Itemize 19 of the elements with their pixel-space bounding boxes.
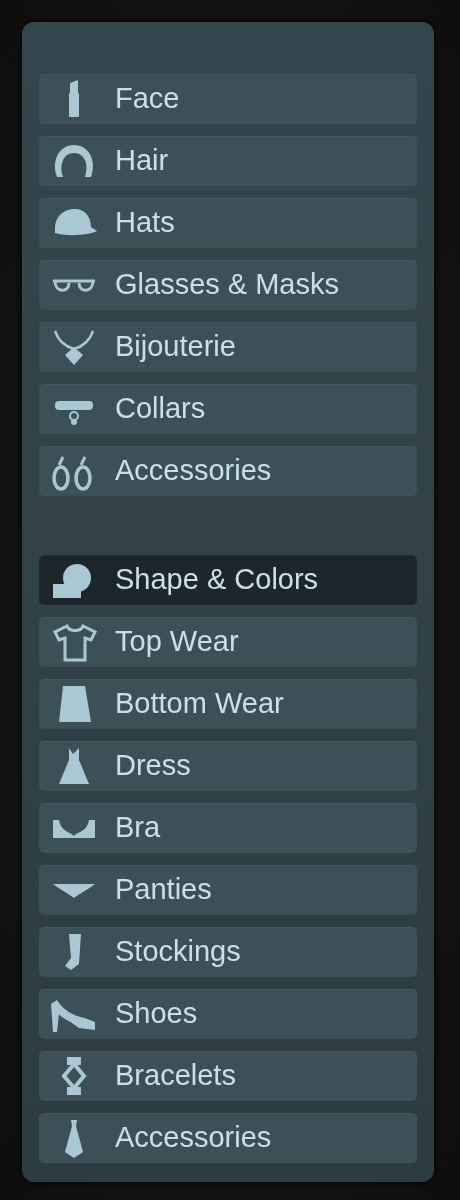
stocking-icon — [65, 932, 81, 972]
category-item[interactable]: Face — [39, 74, 417, 124]
category-item[interactable]: Shape & Colors — [39, 555, 417, 605]
category-item[interactable]: Glasses & Masks — [39, 260, 417, 310]
category-item[interactable]: Stockings — [39, 927, 417, 977]
lipstick-icon — [69, 79, 79, 119]
category-item[interactable]: Bijouterie — [39, 322, 417, 372]
category-item[interactable]: Dress — [39, 741, 417, 791]
category-item[interactable]: Accessories — [39, 1113, 417, 1163]
category-item[interactable]: Bracelets — [39, 1051, 417, 1101]
category-item[interactable]: Panties — [39, 865, 417, 915]
category-item[interactable]: Bra — [39, 803, 417, 853]
category-item[interactable]: Shoes — [39, 989, 417, 1039]
category-item[interactable]: Hair — [39, 136, 417, 186]
category-item[interactable]: Top Wear — [39, 617, 417, 667]
category-item[interactable]: Bottom Wear — [39, 679, 417, 729]
category-item[interactable]: Hats — [39, 198, 417, 248]
category-item[interactable]: Accessories — [39, 446, 417, 496]
category-item[interactable]: Collars — [39, 384, 417, 434]
